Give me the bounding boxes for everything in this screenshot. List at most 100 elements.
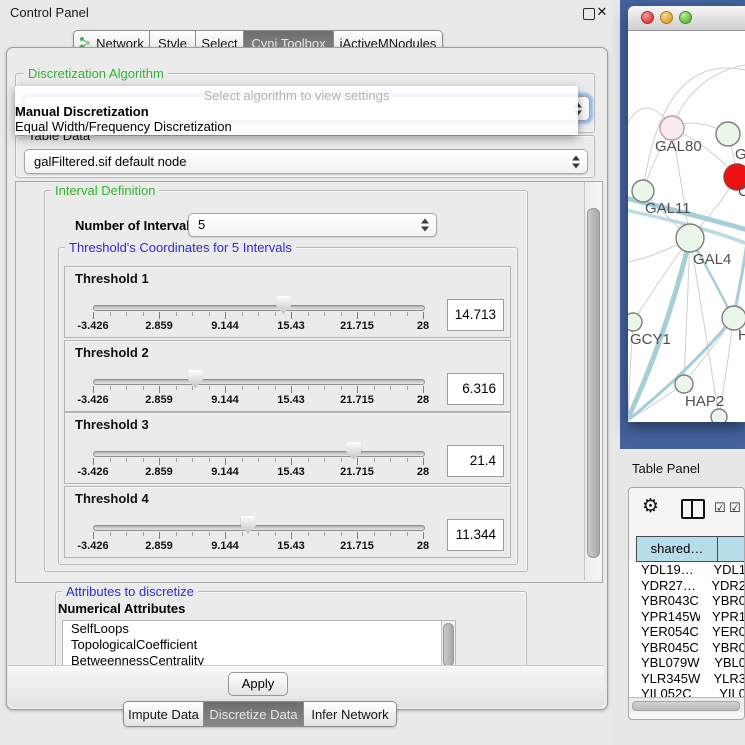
slider-ticks <box>93 458 423 466</box>
column-header-name[interactable]: na <box>717 536 745 562</box>
scrollbar-thumb[interactable] <box>587 208 600 558</box>
group-label: Interval Definition <box>51 183 159 198</box>
dropdown-placeholder: Select algorithm to view settings <box>15 87 578 104</box>
bottom-tab-bar: Impute Data Discretize Data Infer Networ… <box>123 701 397 727</box>
cell[interactable]: YBL079W <box>629 655 702 671</box>
threshold-label: Threshold 3 <box>75 417 149 432</box>
dropdown-option-equal-width[interactable]: Equal Width/Frequency Discretization <box>15 119 578 134</box>
zoom-traffic-light[interactable] <box>679 11 692 24</box>
threshold-value-field[interactable]: 21.4 <box>447 445 504 477</box>
combo-stepper-icon[interactable] <box>572 155 581 168</box>
horizontal-scrollbar[interactable] <box>629 697 745 712</box>
network-node[interactable] <box>632 180 654 202</box>
dropdown-option-manual[interactable]: Manual Discretization <box>15 104 578 119</box>
cell[interactable]: YDR2 <box>699 578 745 594</box>
gear-icon[interactable]: ⚙ <box>642 495 659 517</box>
network-node[interactable] <box>676 224 704 252</box>
table-data-combo[interactable]: galFiltered.sif default node <box>24 149 588 174</box>
table-toolbar: ⚙ ☑ ☑ <box>629 488 745 532</box>
minimize-traffic-light[interactable] <box>660 11 673 24</box>
cell[interactable]: YBR045C <box>629 640 700 656</box>
network-window-titlebar[interactable] <box>628 6 745 31</box>
threshold-value-field[interactable]: 14.713 <box>447 299 504 331</box>
threshold-value-field[interactable]: 11.344 <box>447 519 504 551</box>
tab-discretize-data[interactable]: Discretize Data <box>204 702 304 726</box>
threshold-value-field[interactable]: 6.316 <box>447 373 504 405</box>
scrollbar-thumb[interactable] <box>443 623 454 667</box>
node-label: GAL11 <box>645 200 691 217</box>
interval-definition-group: Interval Definition Number of Intervals … <box>44 190 528 572</box>
group-label: Discretization Algorithm <box>24 66 168 81</box>
network-canvas[interactable]: GAL80 GA C GAL11 GAL4 GCY1 H HAP2 <box>628 30 745 422</box>
float-window-icon[interactable] <box>583 8 595 20</box>
number-of-intervals-combo[interactable]: 5 <box>188 213 437 237</box>
table-row[interactable]: YDL19…YDL1 <box>629 562 745 578</box>
columns-icon[interactable] <box>681 499 705 519</box>
slider-ticks <box>93 312 423 320</box>
table-row[interactable]: YPR145WYPR1 <box>629 609 745 625</box>
slider-track[interactable] <box>93 451 425 457</box>
network-node[interactable] <box>711 409 727 422</box>
list-item[interactable]: TopologicalCoefficient <box>63 637 455 653</box>
node-label: C <box>738 183 745 200</box>
tab-infer-network[interactable]: Infer Network <box>304 702 396 726</box>
table-row[interactable]: YBL079WYBL0 <box>629 655 745 671</box>
cell[interactable]: YBL0 <box>702 655 745 671</box>
combo-stepper-icon[interactable] <box>421 219 430 232</box>
table-row[interactable]: YDR27…YDR2 <box>629 578 745 594</box>
cell[interactable]: YLR3 <box>701 671 745 687</box>
cell[interactable]: YIL0 <box>707 686 745 697</box>
cell[interactable]: YDL1 <box>701 562 745 578</box>
list-item[interactable]: SelfLoops <box>63 621 455 637</box>
network-node[interactable] <box>628 313 642 331</box>
deselect-checkbox-icon[interactable]: ☑ <box>729 501 741 516</box>
node-label: GAL80 <box>655 138 702 155</box>
cell[interactable]: YBR043C <box>629 593 700 609</box>
network-window: GAL80 GA C GAL11 GAL4 GCY1 H HAP2 <box>628 6 745 422</box>
cell[interactable]: YIL052C <box>629 686 707 697</box>
control-panel: Control Panel ✕ Network Style Select Cyn… <box>0 0 612 745</box>
threshold-2-panel: Threshold 2 -3.4262.8599.14415.4321.7152… <box>64 340 511 412</box>
column-header-shared-name[interactable]: shared… <box>636 536 718 562</box>
vertical-scrollbar[interactable] <box>584 182 602 580</box>
table-row[interactable]: YBR043CYBR0 <box>629 593 745 609</box>
thresholds-group: Threshold's Coordinates for 5 Intervals … <box>58 247 518 565</box>
table-row[interactable]: YER054CYER0 <box>629 624 745 640</box>
cell[interactable]: YDL19… <box>629 562 701 578</box>
slider-track[interactable] <box>93 379 425 385</box>
desktop-background: GAL80 GA C GAL11 GAL4 GCY1 H HAP2 <box>620 0 745 449</box>
group-label: Attributes to discretize <box>62 584 198 599</box>
tab-label: Impute Data <box>128 707 199 722</box>
network-node[interactable] <box>660 116 684 140</box>
group-label: Threshold's Coordinates for 5 Intervals <box>65 240 296 255</box>
slider-ticks <box>93 532 423 540</box>
cell[interactable]: YBR0 <box>700 640 745 656</box>
select-all-checkbox-icon[interactable]: ☑ <box>714 501 726 516</box>
cell[interactable]: YER0 <box>700 624 745 640</box>
network-node[interactable] <box>716 122 740 146</box>
screen: Control Panel ✕ Network Style Select Cyn… <box>0 0 745 745</box>
table-row[interactable]: YIL052CYIL0 <box>629 686 745 697</box>
network-node[interactable] <box>675 375 693 393</box>
slider-track[interactable] <box>93 525 425 531</box>
close-icon[interactable]: ✕ <box>595 4 609 22</box>
cell[interactable]: YPR1 <box>700 609 745 625</box>
combo-value: 5 <box>198 214 205 236</box>
cell[interactable]: YLR345W <box>629 671 701 687</box>
cell[interactable]: YER054C <box>629 624 700 640</box>
threshold-label: Threshold 2 <box>75 345 149 360</box>
cell[interactable]: YDR27… <box>629 578 699 594</box>
combo-value: galFiltered.sif default node <box>34 150 186 173</box>
tab-impute-data[interactable]: Impute Data <box>124 702 204 726</box>
tab-label: Infer Network <box>311 707 388 722</box>
scrollbar-thumb[interactable] <box>632 701 740 711</box>
apply-button[interactable]: Apply <box>228 672 288 696</box>
cell[interactable]: YBR0 <box>700 593 745 609</box>
cell[interactable]: YPR145W <box>629 609 700 625</box>
close-traffic-light[interactable] <box>641 11 654 24</box>
slider-track[interactable] <box>93 305 425 311</box>
slider-tick-labels: -3.4262.8599.14415.4321.71528 <box>93 466 423 478</box>
table-row[interactable]: YBR045CYBR0 <box>629 640 745 656</box>
table-row[interactable]: YLR345WYLR3 <box>629 671 745 687</box>
numerical-attributes-label: Numerical Attributes <box>58 601 185 616</box>
